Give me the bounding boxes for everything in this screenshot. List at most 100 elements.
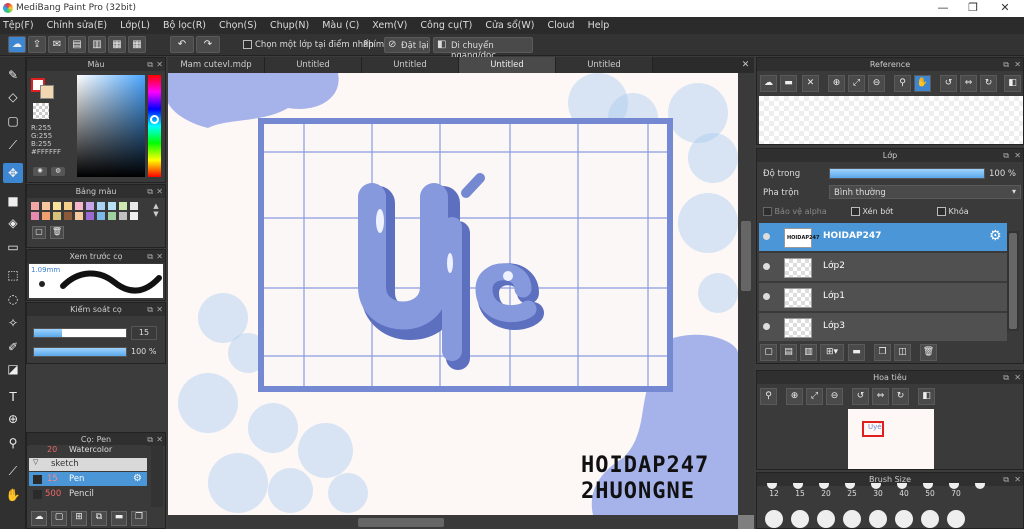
palette-swatch[interactable]	[42, 212, 50, 220]
layer-row-hoidap247[interactable]: HOIDAP247 HOIDAP247 ⚙	[759, 223, 1007, 252]
color-mode-icon[interactable]: ◉	[33, 167, 47, 176]
menu-view[interactable]: Xem(V)	[372, 20, 407, 31]
menu-filter[interactable]: Bộ lọc(R)	[163, 20, 206, 31]
flip-button[interactable]: ◧ Di chuyển ngang/dọc	[433, 37, 533, 61]
layer-visibility-icon[interactable]	[763, 323, 770, 330]
brush-folder-icon[interactable]: ▬	[111, 511, 127, 526]
undo-icon[interactable]: ↶	[170, 36, 194, 53]
hue-slider[interactable]	[148, 75, 161, 177]
panel-close-icon[interactable]: ✕	[1014, 473, 1021, 486]
bucket-tool-icon[interactable]: ◈	[3, 213, 23, 233]
delete-layer-icon[interactable]: 🗑	[920, 344, 937, 361]
brush-size-option[interactable]	[947, 510, 965, 528]
new-folder-icon[interactable]: ▬	[848, 344, 865, 361]
palette-swatch[interactable]	[31, 212, 39, 220]
text-tool-icon[interactable]: T	[3, 387, 23, 407]
brush-size-option[interactable]	[921, 510, 939, 528]
brush-tool-icon[interactable]: ✎	[3, 65, 23, 85]
panel-close-icon[interactable]: ✕	[156, 303, 163, 316]
select-one-layer-checkbox[interactable]	[243, 40, 252, 50]
brush-size-option[interactable]	[895, 510, 913, 528]
brush-cloud-icon[interactable]: ☁	[31, 511, 47, 526]
brush-size-option[interactable]	[843, 510, 861, 528]
menu-select[interactable]: Chọn(S)	[219, 20, 257, 31]
brush-size-option-partial[interactable]	[975, 483, 985, 489]
panel-close-icon[interactable]: ✕	[1014, 58, 1021, 71]
palette-swatch[interactable]	[75, 202, 83, 210]
panel-close-icon[interactable]: ✕	[156, 185, 163, 198]
menu-color[interactable]: Màu (C)	[322, 20, 359, 31]
palette-swatch[interactable]	[108, 202, 116, 210]
menu-cloud[interactable]: Cloud	[547, 20, 574, 31]
reference-cloud-icon[interactable]: ☁	[760, 75, 777, 92]
reference-canvas[interactable]	[759, 96, 1023, 144]
comment-icon[interactable]: ✉	[48, 36, 66, 53]
grid-layout-icon[interactable]: ▦	[128, 36, 146, 53]
blend-mode-select[interactable]: Bình thường ▾	[829, 185, 1021, 199]
fill-rect-tool-icon[interactable]: ■	[3, 191, 23, 211]
brush-item-pen[interactable]: 15 Pen ⚙	[29, 472, 147, 486]
dot-tool-icon[interactable]: ⟋	[3, 135, 23, 155]
palette-swatch[interactable]	[31, 202, 39, 210]
panel-float-icon[interactable]: ⧉	[1003, 58, 1009, 71]
reference-rotate-right-icon[interactable]: ↻	[980, 75, 997, 92]
dropper-tool-icon[interactable]: ⟋	[3, 461, 23, 481]
panel-close-icon[interactable]: ✕	[1014, 371, 1021, 384]
brush-size-slider[interactable]	[33, 328, 127, 338]
menu-edit[interactable]: Chỉnh sửa(E)	[47, 20, 108, 31]
layer-opacity-slider[interactable]	[829, 168, 985, 179]
operation-tool-icon[interactable]: ⊕	[3, 409, 23, 429]
reference-close-icon[interactable]: ✕	[802, 75, 819, 92]
palette-swatch[interactable]	[130, 202, 138, 210]
page-icon[interactable]: ▥	[88, 36, 106, 53]
navigator-zoom-out-icon[interactable]: ⊖	[826, 388, 843, 405]
duplicate-layer-icon[interactable]: ❐	[874, 344, 891, 361]
layer-visibility-icon[interactable]	[763, 233, 770, 240]
navigator-rotate-right-icon[interactable]: ↻	[892, 388, 909, 405]
brush-new-icon[interactable]: ▢	[51, 511, 67, 526]
layer-scroll-thumb[interactable]	[1009, 233, 1017, 329]
drawing-canvas[interactable]: HOIDAP247 2HUONGNE	[168, 73, 738, 515]
magic-wand-tool-icon[interactable]: ✧	[3, 313, 23, 333]
menu-help[interactable]: Help	[588, 20, 610, 31]
reference-rotate-left-icon[interactable]: ↺	[940, 75, 957, 92]
eraser-tool-icon[interactable]: ◇	[3, 87, 23, 107]
tabs-close-icon[interactable]: ✕	[737, 57, 754, 73]
canvas-horizontal-scrollbar[interactable]	[168, 515, 738, 529]
navigator-options-icon[interactable]: ◧	[918, 388, 935, 405]
grid-view-icon[interactable]: ▦	[108, 36, 126, 53]
panel-float-icon[interactable]: ⧉	[147, 58, 153, 71]
brush-opacity-slider[interactable]	[33, 347, 127, 357]
document-icon[interactable]: ▤	[68, 36, 86, 53]
reference-fit-icon[interactable]: ⤢	[848, 75, 865, 92]
transparent-color-swatch[interactable]	[33, 103, 49, 119]
layer-row-lop2[interactable]: Lớp2	[759, 253, 1007, 282]
brush-size-option[interactable]	[817, 510, 835, 528]
brush-size-option[interactable]	[869, 510, 887, 528]
merge-layer-icon[interactable]: ◫	[894, 344, 911, 361]
reference-eyedropper-icon[interactable]: ⚲	[894, 75, 911, 92]
layer-row-lop3[interactable]: Lớp3	[759, 313, 1007, 342]
reference-options-icon[interactable]: ◧	[1004, 75, 1021, 92]
lasso-tool-icon[interactable]: ◌	[3, 289, 23, 309]
navigator-preview[interactable]: Uyé	[848, 409, 934, 469]
brush-settings-gear-icon[interactable]: ⚙	[133, 473, 142, 484]
panel-float-icon[interactable]: ⧉	[1003, 473, 1009, 486]
brush-copy-icon[interactable]: ⧉	[91, 511, 107, 526]
reference-flip-icon[interactable]: ⇔	[960, 75, 977, 92]
hue-handle[interactable]	[150, 115, 159, 124]
palette-swatch[interactable]	[64, 212, 72, 220]
gradient-tool-icon[interactable]: ▭	[3, 237, 23, 257]
background-color-swatch[interactable]	[40, 85, 54, 99]
tab-untitled-3[interactable]: Untitled	[459, 57, 556, 73]
menu-window[interactable]: Cửa sổ(W)	[485, 20, 534, 31]
color-wheel-icon[interactable]: ◍	[51, 167, 65, 176]
reset-button[interactable]: ⊘ Đặt lại	[384, 37, 430, 53]
reference-open-icon[interactable]: ▬	[780, 75, 797, 92]
menu-layer[interactable]: Lớp(L)	[120, 20, 150, 31]
palette-swatch[interactable]	[42, 202, 50, 210]
new-palette-icon[interactable]: ▢	[32, 226, 46, 239]
canvas-vertical-scrollbar[interactable]	[738, 73, 754, 515]
tab-mam-cutevl[interactable]: Mam cutevl.mdp	[168, 57, 265, 73]
select-eraser-tool-icon[interactable]: ◪	[3, 359, 23, 379]
